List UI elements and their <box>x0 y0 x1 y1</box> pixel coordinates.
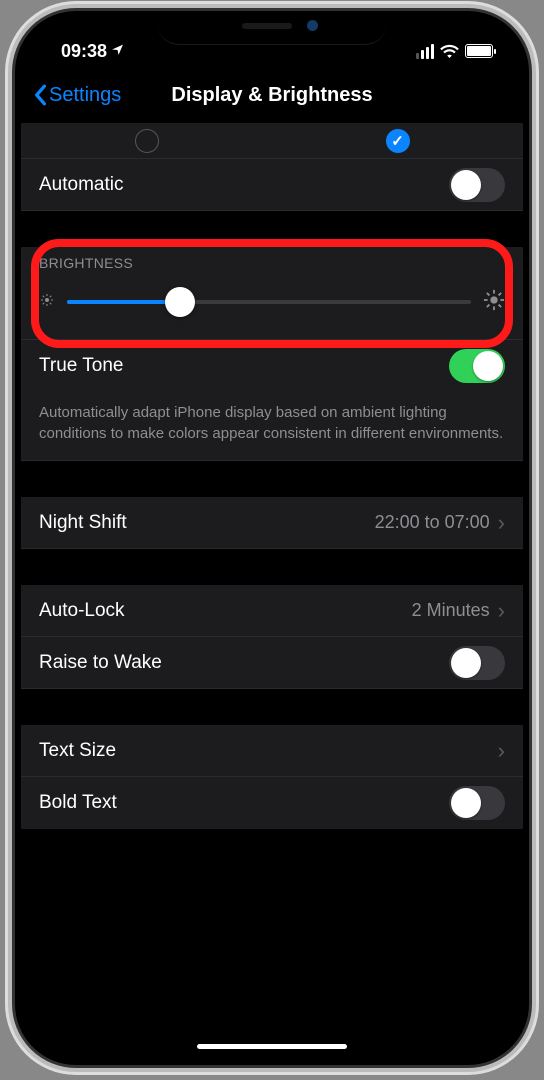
notch <box>157 11 387 45</box>
chevron-right-icon: › <box>498 600 505 622</box>
automatic-label: Automatic <box>39 174 123 196</box>
text-size-label: Text Size <box>39 740 116 762</box>
brightness-low-icon <box>39 292 55 313</box>
appearance-dark-radio[interactable] <box>386 129 410 153</box>
location-icon <box>111 43 124 60</box>
true-tone-row[interactable]: True Tone <box>21 340 523 392</box>
brightness-slider[interactable] <box>67 287 471 317</box>
automatic-toggle[interactable] <box>449 168 505 202</box>
back-button[interactable]: Settings <box>33 84 121 107</box>
raise-to-wake-label: Raise to Wake <box>39 652 162 674</box>
appearance-radio-row <box>21 123 523 159</box>
brightness-high-icon <box>483 289 505 316</box>
night-shift-value: 22:00 to 07:00 <box>375 512 490 533</box>
chevron-left-icon <box>33 84 47 106</box>
brightness-slider-row <box>21 279 523 340</box>
true-tone-toggle[interactable] <box>449 349 505 383</box>
cellular-icon <box>416 44 434 59</box>
brightness-section: BRIGHTNESS <box>21 247 523 340</box>
auto-lock-value: 2 Minutes <box>412 600 490 621</box>
automatic-row[interactable]: Automatic <box>21 159 523 211</box>
back-label: Settings <box>49 84 121 107</box>
text-size-row[interactable]: Text Size › <box>21 725 523 777</box>
wifi-icon <box>440 44 459 58</box>
phone-frame: 09:38 Settings Display & Brightness <box>12 8 532 1068</box>
night-shift-label: Night Shift <box>39 512 127 534</box>
nav-header: Settings Display & Brightness <box>21 67 523 123</box>
true-tone-label: True Tone <box>39 355 124 377</box>
screen: 09:38 Settings Display & Brightness <box>21 17 523 1059</box>
raise-to-wake-row[interactable]: Raise to Wake <box>21 637 523 689</box>
content: Automatic BRIGHTNESS <box>21 123 523 829</box>
bold-text-label: Bold Text <box>39 792 117 814</box>
chevron-right-icon: › <box>498 512 505 534</box>
status-time: 09:38 <box>61 41 107 62</box>
chevron-right-icon: › <box>498 740 505 762</box>
true-tone-footer: Automatically adapt iPhone display based… <box>21 392 523 461</box>
brightness-section-label: BRIGHTNESS <box>21 247 523 279</box>
night-shift-row[interactable]: Night Shift 22:00 to 07:00 › <box>21 497 523 549</box>
auto-lock-row[interactable]: Auto-Lock 2 Minutes › <box>21 585 523 637</box>
raise-to-wake-toggle[interactable] <box>449 646 505 680</box>
auto-lock-label: Auto-Lock <box>39 600 125 622</box>
battery-icon <box>465 44 493 58</box>
bold-text-toggle[interactable] <box>449 786 505 820</box>
home-indicator[interactable] <box>197 1044 347 1049</box>
appearance-light-radio[interactable] <box>135 129 159 153</box>
bold-text-row[interactable]: Bold Text <box>21 777 523 829</box>
